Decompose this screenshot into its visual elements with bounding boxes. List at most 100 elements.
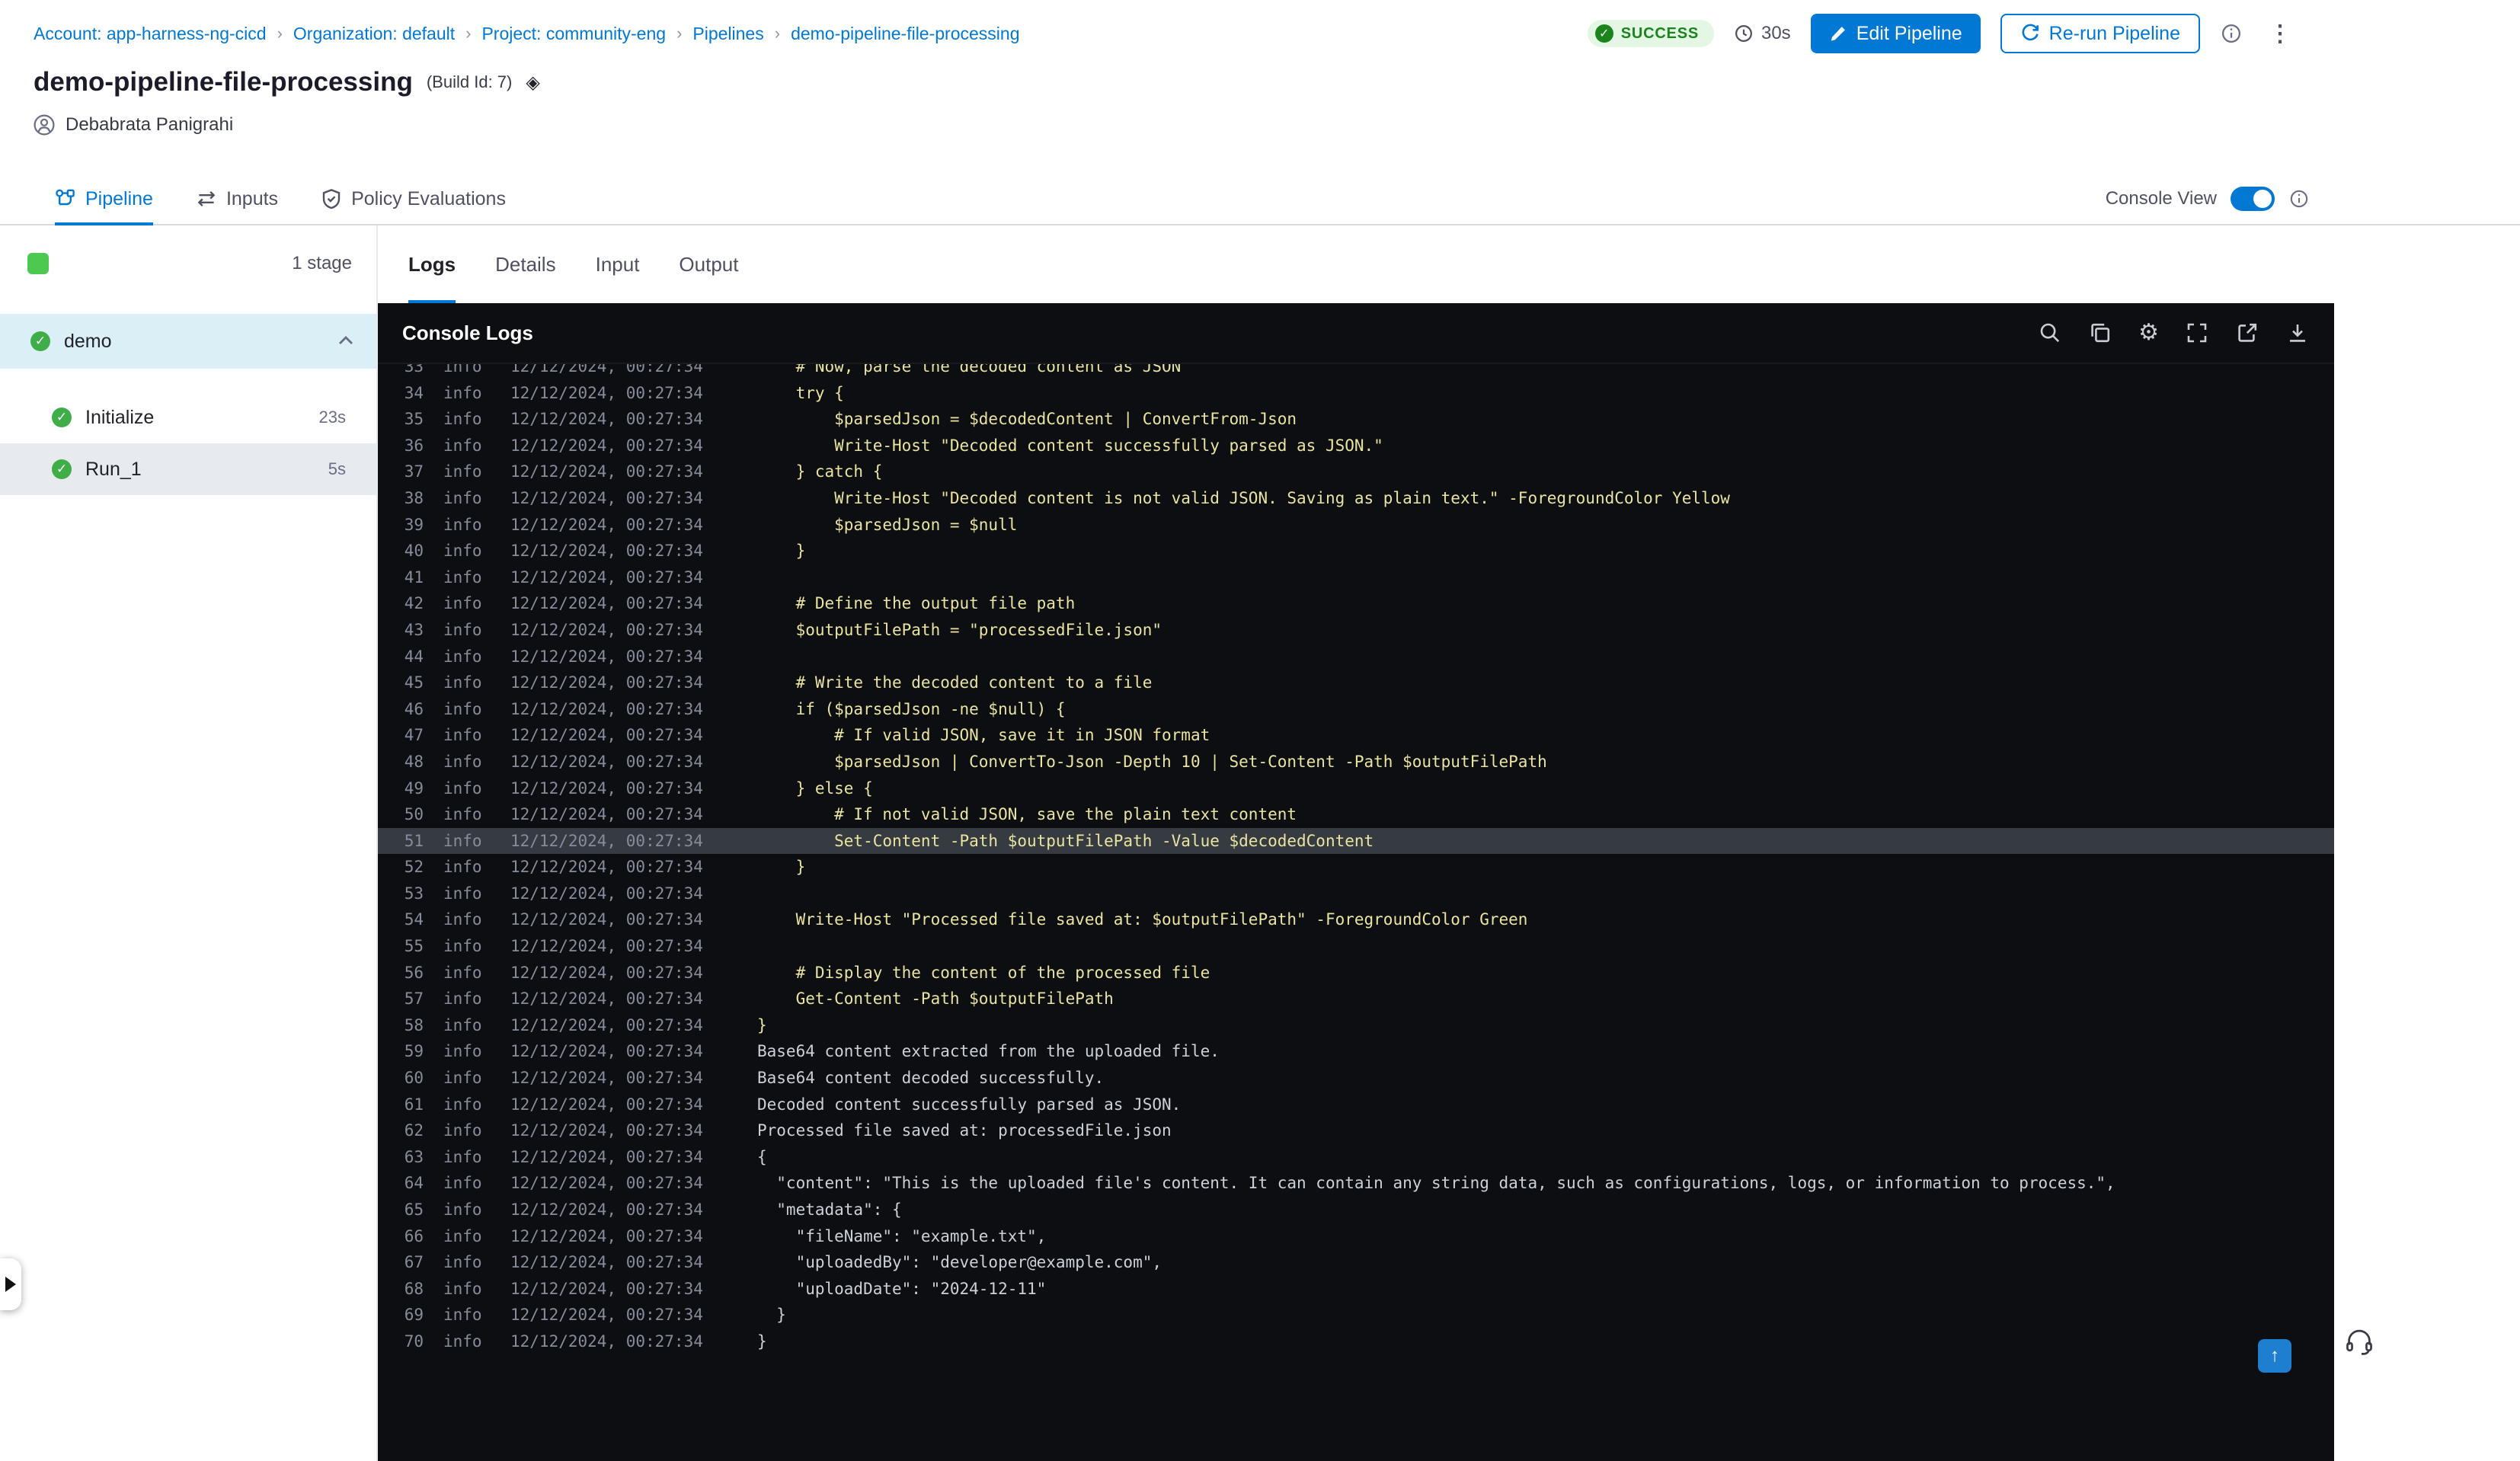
log-line-number: 64 (404, 1174, 424, 1193)
tab-inputs[interactable]: Inputs (196, 174, 278, 224)
log-line-number: 45 (404, 673, 424, 692)
breadcrumb-link[interactable]: Pipelines (692, 24, 763, 44)
log-row[interactable]: 65 info 12/12/2024, 00:27:34 "metadata":… (378, 1197, 2334, 1223)
log-row[interactable]: 53 info 12/12/2024, 00:27:34 (378, 881, 2334, 907)
info-icon[interactable] (2220, 22, 2243, 45)
log-message: Base64 content decoded successfully. (757, 1069, 1105, 1088)
log-timestamp: 12/12/2024, 00:27:34 (510, 1226, 703, 1245)
log-line-number: 50 (404, 805, 424, 824)
log-line-number: 59 (404, 1042, 424, 1061)
log-row[interactable]: 51 info 12/12/2024, 00:27:34 Set-Content… (378, 827, 2334, 855)
settings-gear-icon[interactable]: ⚙ (2138, 321, 2159, 345)
log-line-number: 70 (404, 1332, 424, 1351)
log-timestamp: 12/12/2024, 00:27:34 (510, 515, 703, 534)
log-level: info (443, 1121, 482, 1140)
log-tab[interactable]: Output (679, 225, 738, 303)
log-row[interactable]: 49 info 12/12/2024, 00:27:34 } else { (378, 775, 2334, 802)
log-row[interactable]: 35 info 12/12/2024, 00:27:34 $parsedJson… (378, 406, 2334, 433)
chevron-up-icon[interactable] (337, 332, 355, 350)
log-level: info (443, 1200, 482, 1219)
log-row[interactable]: 38 info 12/12/2024, 00:27:34 Write-Host … (378, 485, 2334, 512)
log-row[interactable]: 46 info 12/12/2024, 00:27:34 if ($parsed… (378, 696, 2334, 723)
log-timestamp: 12/12/2024, 00:27:34 (510, 1200, 703, 1219)
more-options-icon[interactable]: ⋮ (2263, 21, 2298, 47)
log-row[interactable]: 42 info 12/12/2024, 00:27:34 # Define th… (378, 590, 2334, 617)
log-row[interactable]: 64 info 12/12/2024, 00:27:34 "content": … (378, 1170, 2334, 1197)
log-row[interactable]: 70 info 12/12/2024, 00:27:34 } (378, 1328, 2334, 1355)
log-row[interactable]: 52 info 12/12/2024, 00:27:34 } (378, 854, 2334, 881)
log-level: info (443, 726, 482, 745)
console-view-toggle[interactable] (2231, 187, 2275, 211)
log-row[interactable]: 48 info 12/12/2024, 00:27:34 $parsedJson… (378, 749, 2334, 775)
log-row[interactable]: 61 info 12/12/2024, 00:27:34 Decoded con… (378, 1092, 2334, 1118)
log-tab[interactable]: Input (596, 225, 640, 303)
log-row[interactable]: 68 info 12/12/2024, 00:27:34 "uploadDate… (378, 1276, 2334, 1303)
stage-row-demo[interactable]: ✓ demo (0, 314, 376, 369)
log-level: info (443, 1306, 482, 1325)
log-row[interactable]: 56 info 12/12/2024, 00:27:34 # Display t… (378, 960, 2334, 986)
log-row[interactable]: 43 info 12/12/2024, 00:27:34 $outputFile… (378, 617, 2334, 644)
build-diamond-icon: ◈ (526, 72, 540, 93)
breadcrumb-link[interactable]: Organization: default (293, 24, 455, 44)
log-row[interactable]: 69 info 12/12/2024, 00:27:34 } (378, 1302, 2334, 1328)
log-row[interactable]: 62 info 12/12/2024, 00:27:34 Processed f… (378, 1117, 2334, 1144)
log-tab[interactable]: Logs (408, 225, 456, 303)
search-icon[interactable] (2038, 321, 2062, 345)
log-row[interactable]: 40 info 12/12/2024, 00:27:34 } (378, 538, 2334, 564)
log-level: info (443, 963, 482, 982)
log-row[interactable]: 63 info 12/12/2024, 00:27:34 { (378, 1144, 2334, 1171)
log-row[interactable]: 34 info 12/12/2024, 00:27:34 try { (378, 380, 2334, 407)
log-message: "content": "This is the uploaded file's … (757, 1174, 2115, 1193)
breadcrumb-link[interactable]: demo-pipeline-file-processing (791, 24, 1019, 44)
log-row[interactable]: 54 info 12/12/2024, 00:27:34 Write-Host … (378, 906, 2334, 933)
log-row[interactable]: 59 info 12/12/2024, 00:27:34 Base64 cont… (378, 1038, 2334, 1065)
log-tab[interactable]: Details (495, 225, 555, 303)
tab-inputs-label: Inputs (225, 187, 279, 209)
log-row[interactable]: 41 info 12/12/2024, 00:27:34 (378, 564, 2334, 591)
status-badge-label: SUCCESS (1620, 24, 1699, 42)
log-row[interactable]: 50 info 12/12/2024, 00:27:34 # If not va… (378, 801, 2334, 828)
log-scroll-area[interactable]: 33 info 12/12/2024, 00:27:34 # Now, pars… (378, 364, 2334, 1461)
breadcrumb-link[interactable]: Account: app-harness-ng-cicd (34, 24, 267, 44)
log-row[interactable]: 60 info 12/12/2024, 00:27:34 Base64 cont… (378, 1065, 2334, 1092)
log-level: info (443, 1226, 482, 1245)
log-line-number: 51 (404, 831, 424, 850)
log-row[interactable]: 58 info 12/12/2024, 00:27:34 } (378, 1012, 2334, 1039)
tab-policy-evaluations[interactable]: Policy Evaluations (321, 174, 506, 224)
left-panel-expander[interactable] (0, 1258, 21, 1310)
console-view-info-icon[interactable] (2288, 188, 2310, 209)
breadcrumb-link[interactable]: Project: community-eng (481, 24, 666, 44)
tab-pipeline[interactable]: Pipeline (55, 174, 154, 225)
fullscreen-icon[interactable] (2185, 321, 2209, 345)
log-row[interactable]: 57 info 12/12/2024, 00:27:34 Get-Content… (378, 986, 2334, 1012)
download-icon[interactable] (2285, 321, 2310, 345)
log-row[interactable]: 36 info 12/12/2024, 00:27:34 Write-Host … (378, 433, 2334, 459)
step-row[interactable]: ✓ Initialize 23s (0, 392, 376, 443)
log-line-number: 39 (404, 515, 424, 534)
user-avatar-icon (34, 114, 55, 136)
support-headset-icon[interactable] (2343, 1325, 2375, 1363)
log-row[interactable]: 37 info 12/12/2024, 00:27:34 } catch { (378, 459, 2334, 485)
open-in-new-icon[interactable] (2235, 321, 2259, 345)
log-timestamp: 12/12/2024, 00:27:34 (510, 1121, 703, 1140)
log-row[interactable]: 39 info 12/12/2024, 00:27:34 $parsedJson… (378, 512, 2334, 539)
stage-count-label: 1 stage (292, 253, 352, 273)
log-row[interactable]: 47 info 12/12/2024, 00:27:34 # If valid … (378, 722, 2334, 749)
breadcrumb-item: Organization: default › (293, 24, 482, 44)
scroll-to-top-button[interactable]: ↑ (2258, 1339, 2291, 1373)
log-row[interactable]: 67 info 12/12/2024, 00:27:34 "uploadedBy… (378, 1249, 2334, 1276)
log-level: info (443, 858, 482, 877)
edit-pipeline-button[interactable]: Edit Pipeline (1810, 14, 1981, 53)
log-timestamp: 12/12/2024, 00:27:34 (510, 462, 703, 481)
page-title: demo-pipeline-file-processing (34, 67, 413, 97)
tab-policy-evaluations-label: Policy Evaluations (351, 187, 506, 209)
log-row[interactable]: 33 info 12/12/2024, 00:27:34 # Now, pars… (378, 364, 2334, 380)
copy-logs-icon[interactable] (2088, 321, 2112, 345)
log-row[interactable]: 66 info 12/12/2024, 00:27:34 "fileName":… (378, 1223, 2334, 1250)
log-row[interactable]: 44 info 12/12/2024, 00:27:34 (378, 644, 2334, 670)
rerun-pipeline-button[interactable]: Re-run Pipeline (2000, 14, 2200, 53)
log-line-number: 47 (404, 726, 424, 745)
log-row[interactable]: 45 info 12/12/2024, 00:27:34 # Write the… (378, 670, 2334, 696)
log-row[interactable]: 55 info 12/12/2024, 00:27:34 (378, 933, 2334, 960)
step-row[interactable]: ✓ Run_1 5s (0, 443, 376, 495)
